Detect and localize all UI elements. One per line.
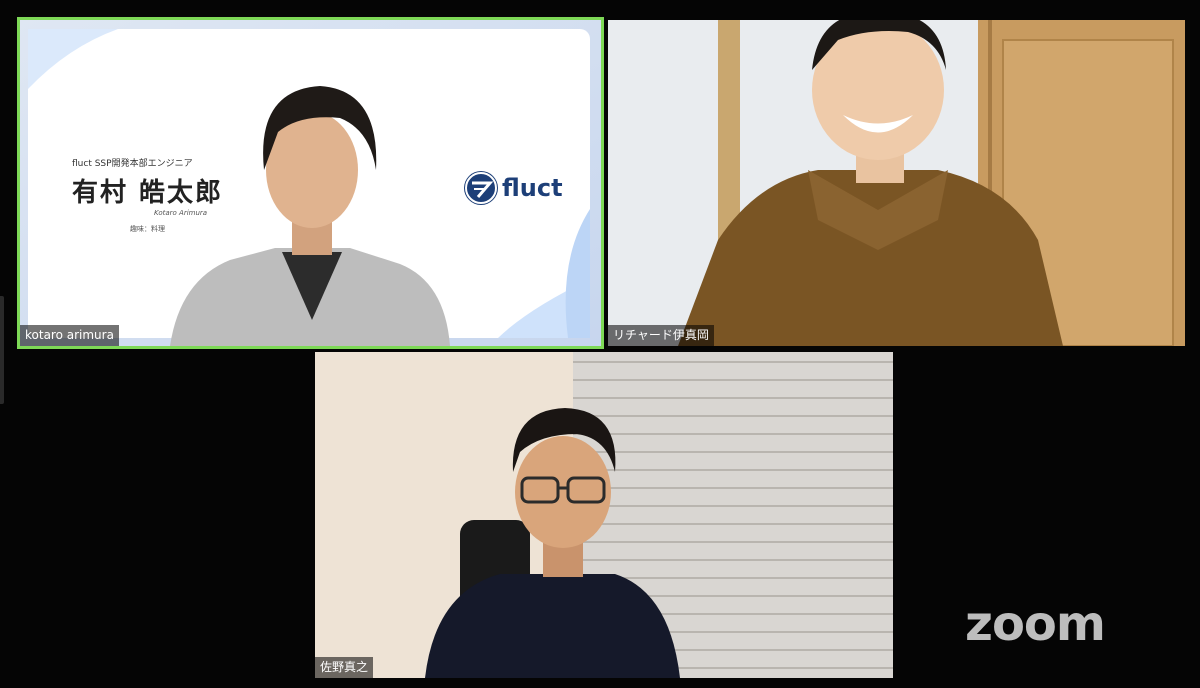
zoom-logo: zoom (965, 596, 1106, 652)
participant-name-label: kotaro arimura (20, 325, 119, 346)
video-feed (608, 20, 1185, 346)
video-tile-kotaro-arimura[interactable]: fluct SSP開発本部エンジニア 有村 皓太郎 Kotaro Arimura… (20, 20, 601, 346)
side-panel-handle[interactable] (0, 296, 4, 404)
video-tile-sano[interactable]: 佐野真之 (315, 352, 893, 678)
participant-name-label: 佐野真之 (315, 657, 374, 678)
meeting-gallery-view: fluct SSP開発本部エンジニア 有村 皓太郎 Kotaro Arimura… (0, 0, 1200, 688)
participant-name-label: リチャード伊真岡 (608, 325, 714, 346)
video-feed (315, 352, 893, 678)
participant-silhouette (170, 86, 450, 346)
video-tile-richard[interactable]: リチャード伊真岡 (608, 20, 1185, 346)
